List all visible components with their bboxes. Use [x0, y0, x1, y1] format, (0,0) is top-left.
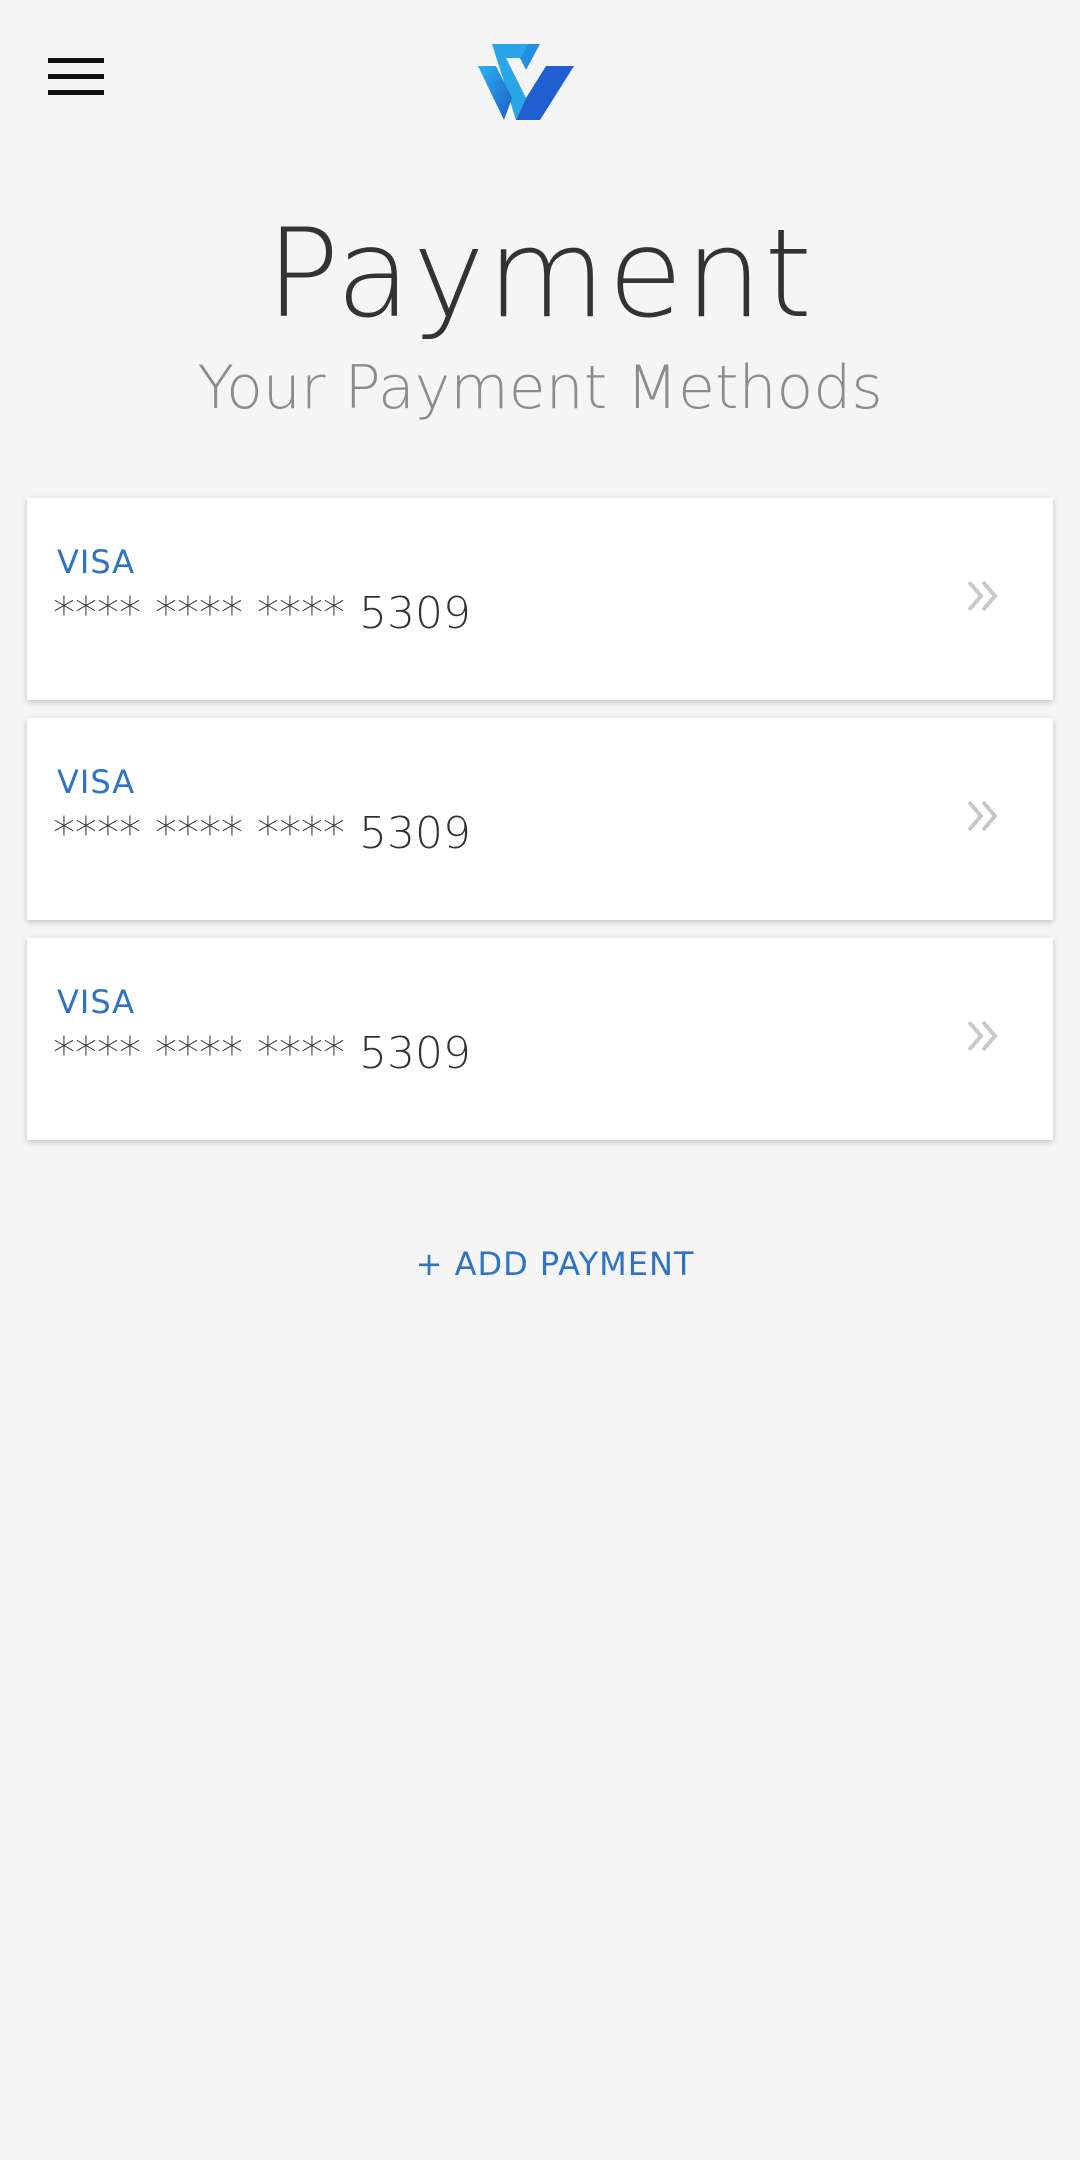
double-chevron-right-icon — [967, 580, 998, 612]
double-chevron-right-icon — [967, 1020, 998, 1052]
payment-method-card[interactable]: VISA **** **** **** 5309 — [27, 938, 1053, 1140]
card-number: **** **** **** 5309 — [53, 588, 471, 639]
card-number: **** **** **** 5309 — [53, 1028, 471, 1079]
add-payment-button[interactable]: + ADD PAYMENT — [0, 1242, 1080, 1286]
menu-button[interactable] — [48, 56, 106, 98]
payment-method-card[interactable]: VISA **** **** **** 5309 — [27, 498, 1053, 700]
card-brand: VISA — [57, 543, 136, 581]
card-number: **** **** **** 5309 — [53, 808, 471, 859]
page-subtitle: Your Payment Methods — [197, 353, 883, 423]
card-brand: VISA — [57, 763, 136, 801]
payment-methods-list: VISA **** **** **** 5309 VISA **** **** … — [27, 498, 1053, 1158]
brand-logo-icon — [478, 44, 574, 120]
card-brand: VISA — [57, 983, 136, 1021]
payment-method-card[interactable]: VISA **** **** **** 5309 — [27, 718, 1053, 920]
double-chevron-right-icon — [967, 800, 998, 832]
page-title: Payment — [265, 203, 815, 345]
